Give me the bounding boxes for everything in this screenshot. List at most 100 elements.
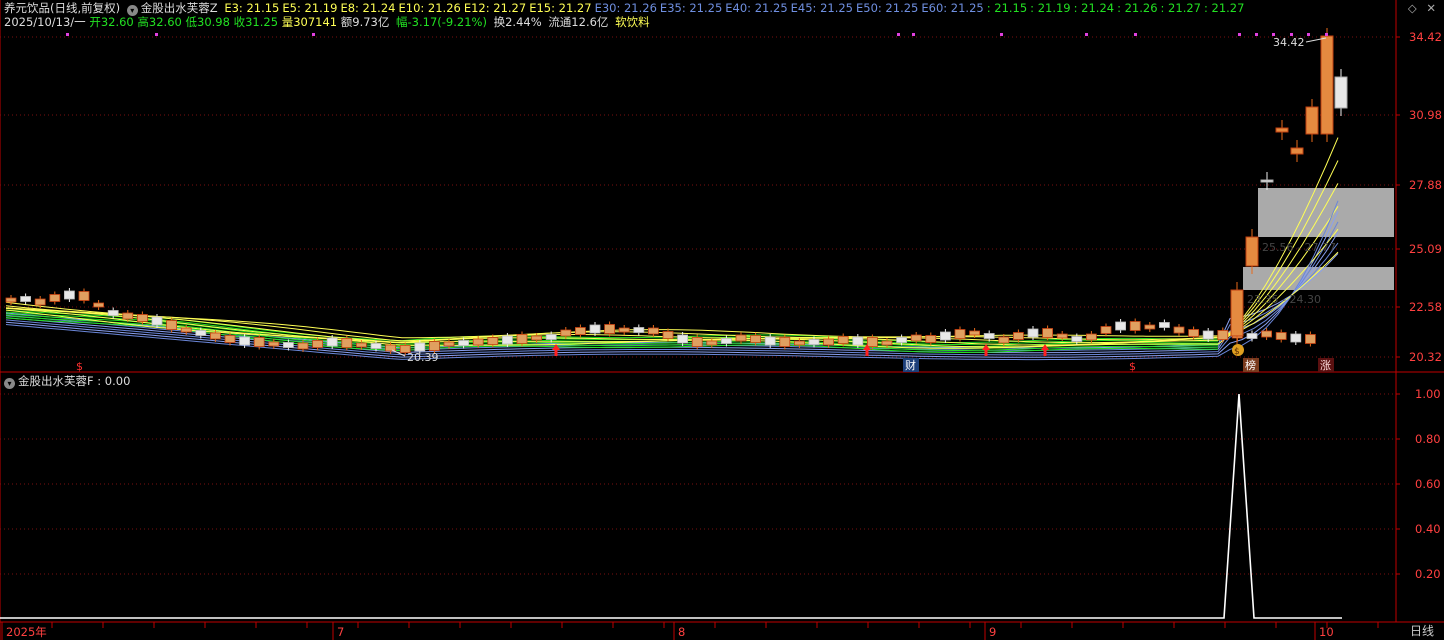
candles [5, 28, 1348, 356]
candle-body [1275, 332, 1287, 340]
candle-body [78, 291, 90, 301]
candle-body [750, 335, 761, 343]
candle-body [93, 302, 104, 308]
candle-body [721, 338, 732, 344]
candle-body [794, 340, 805, 346]
support-zones [1243, 188, 1394, 290]
signal-dot [312, 33, 315, 36]
candle-body [867, 337, 878, 347]
candle-body [1042, 328, 1053, 338]
marker-dollar-1: $ [76, 360, 83, 373]
candle-body [1275, 127, 1289, 133]
candle-body [268, 341, 280, 347]
candle-body [881, 340, 893, 346]
time-tick-label: 7 [337, 625, 344, 639]
candle-body [691, 337, 703, 347]
candle-body [1129, 321, 1141, 331]
ema-line-short [5, 137, 1339, 339]
candle-body [604, 324, 615, 334]
candle-body [49, 294, 61, 302]
candle-body [1159, 322, 1170, 328]
price-tick-label: 20.32 [1409, 350, 1442, 364]
candle-body [925, 335, 937, 343]
candle-body [1320, 35, 1334, 135]
candle-body [1144, 324, 1156, 330]
sub-tick-label: 0.20 [1415, 567, 1441, 581]
candle-body [998, 336, 1010, 344]
candle-body [852, 336, 864, 346]
candle-body [618, 327, 630, 333]
marker-finance: 财 [905, 358, 916, 372]
candle-body [64, 290, 75, 300]
candle-body [297, 342, 309, 350]
marker-rank: 榜 [1245, 358, 1256, 372]
candle-body [531, 335, 542, 341]
price-tick-label: 27.88 [1409, 178, 1442, 192]
price-tick-label: 22.58 [1409, 300, 1442, 314]
zone-lower-label: 23.35 - 24.30 [1247, 293, 1321, 306]
price-tick-label: 30.98 [1409, 108, 1442, 122]
candle-body [1100, 326, 1112, 334]
price-tick-label: 34.42 [1409, 30, 1442, 44]
candle-body [969, 330, 980, 336]
grid-lines [0, 36, 1396, 575]
candle-body [195, 330, 207, 336]
signal-dot [1325, 33, 1328, 36]
candle-body [808, 339, 820, 345]
candle-body [458, 340, 470, 346]
candle-body [1246, 333, 1258, 339]
signal-dot [1255, 33, 1258, 36]
sub-tick-label: 0.80 [1415, 432, 1441, 446]
candle-body [370, 343, 382, 349]
candle-body [837, 336, 849, 344]
candle-body [1290, 333, 1302, 343]
candle-body [414, 342, 426, 352]
signal-dot [155, 33, 158, 36]
candle-body [516, 334, 528, 344]
candle-body [20, 296, 32, 302]
candle-body [983, 333, 995, 339]
candle-body [1260, 179, 1274, 183]
candle-body [385, 344, 397, 352]
sub-tick-label: 0.60 [1415, 477, 1441, 491]
candle-body [545, 334, 557, 340]
candle-body [166, 320, 178, 330]
candle-body [940, 331, 951, 341]
time-tick-label: 10 [1319, 625, 1334, 639]
candle-body [107, 310, 119, 316]
candle-body [341, 338, 353, 348]
candle-body [209, 332, 221, 340]
sub-tick-label: 0.40 [1415, 522, 1441, 536]
candle-body [443, 341, 455, 347]
candle-body [764, 336, 776, 346]
signal-dot [1085, 33, 1088, 36]
candle-body [1261, 330, 1272, 338]
candle-body [1217, 330, 1229, 340]
time-tick-label: 8 [678, 625, 685, 639]
candle-body [1245, 236, 1259, 267]
candle-body [151, 316, 163, 326]
period-label[interactable]: 日线 [1410, 622, 1434, 639]
candle-body [735, 334, 747, 342]
candle-body [282, 342, 294, 348]
candle-body [1013, 332, 1024, 340]
time-tick-label: 2025年 [6, 625, 47, 639]
marker-dollar-2: $ [1129, 360, 1136, 373]
candle-body [1305, 106, 1319, 135]
candle-body [487, 337, 499, 345]
candle-body [662, 331, 674, 339]
signal-dot [1238, 33, 1241, 36]
low-price-label: 20.39 [407, 351, 439, 364]
candle-body [122, 312, 134, 320]
zone-upper-label: 25.56 - 27.77 [1262, 241, 1336, 254]
candle-body [1086, 333, 1097, 341]
sub-indicator-line [0, 393, 1342, 619]
candle-body [1334, 76, 1348, 109]
kline-chart[interactable]: 34.42 30.98 27.88 25.09 22.58 20.32 1.00 0.80 0.… [0, 0, 1444, 640]
candle-body [575, 327, 586, 335]
high-price-label: 34.42 [1273, 36, 1305, 49]
candle-body [1305, 334, 1316, 344]
candle-body [312, 340, 324, 348]
candle-body [1290, 147, 1304, 155]
candle-body [253, 337, 265, 347]
